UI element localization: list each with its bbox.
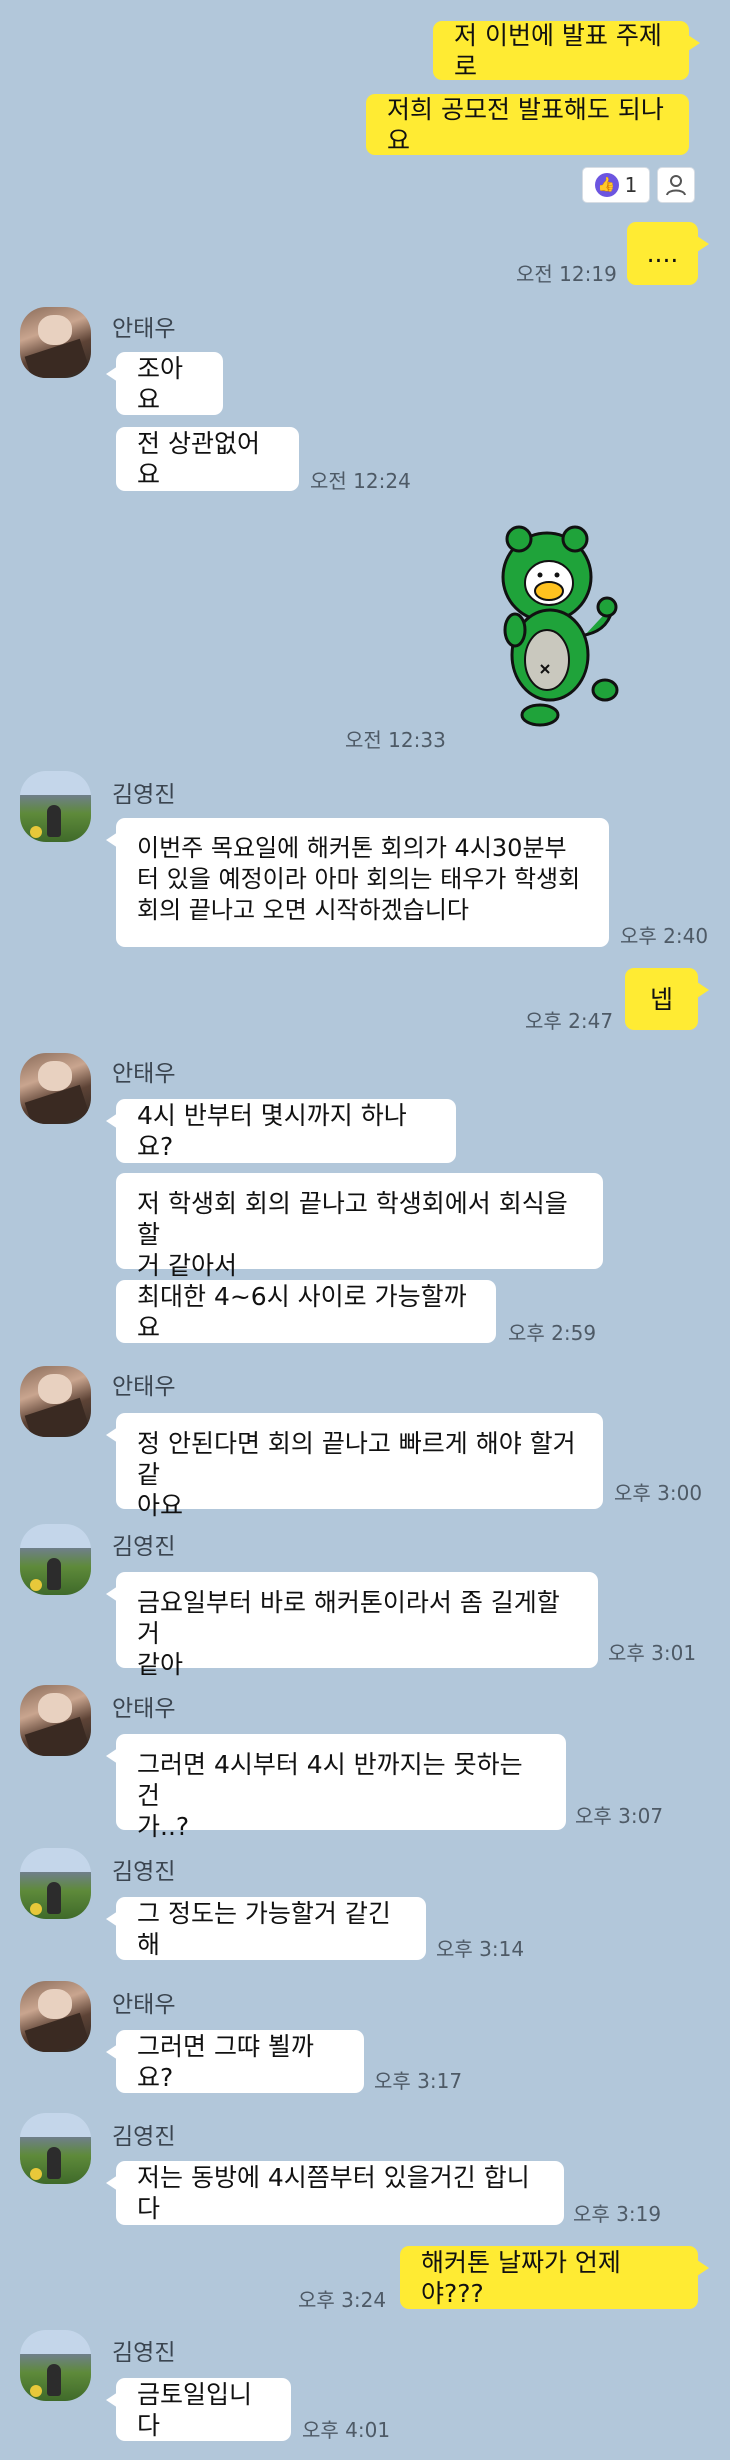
avatar[interactable] bbox=[20, 771, 91, 842]
like-reaction[interactable]: 👍 1 bbox=[582, 167, 650, 203]
sender-name: 김영진 bbox=[112, 2124, 176, 2150]
like-count: 1 bbox=[624, 173, 638, 197]
bear-sticker[interactable] bbox=[495, 525, 625, 730]
my-message-bubble[interactable]: 저희 공모전 발표해도 되나요 bbox=[366, 94, 689, 155]
person-icon bbox=[666, 175, 686, 196]
message-time: 오후 3:24 bbox=[298, 2288, 387, 2312]
message-time: 오후 2:59 bbox=[508, 1321, 597, 1345]
message-time: 오전 12:24 bbox=[310, 469, 411, 493]
avatar[interactable] bbox=[20, 1366, 91, 1437]
avatar[interactable] bbox=[20, 1524, 91, 1595]
my-message-bubble[interactable]: 저 이번에 발표 주제로 bbox=[433, 21, 700, 81]
thumbs-up-icon: 👍 bbox=[594, 173, 619, 197]
avatar[interactable] bbox=[20, 1685, 91, 1756]
message-bubble[interactable]: 금토일입니다 bbox=[106, 2378, 291, 2441]
sender-name: 안태우 bbox=[112, 1061, 176, 1087]
message-bubble[interactable]: 그 정도는 가능할거 같긴해 bbox=[106, 1897, 426, 1960]
message-bubble[interactable]: 금요일부터 바로 해커톤이라서 좀 길게할거 같아 bbox=[106, 1572, 598, 1679]
avatar[interactable] bbox=[20, 307, 91, 378]
message-bubble[interactable]: 최대한 4~6시 사이로 가능할까요 bbox=[116, 1280, 496, 1343]
message-time: 오후 3:00 bbox=[614, 1481, 703, 1505]
message-time: 오후 3:07 bbox=[575, 1804, 664, 1828]
message-time: 오전 12:33 bbox=[345, 728, 446, 752]
message-bubble[interactable]: 저 학생회 회의 끝나고 학생회에서 회식을 할 거 같아서 bbox=[116, 1173, 603, 1280]
my-message-bubble[interactable]: 해커톤 날짜가 언제야??? bbox=[400, 2246, 709, 2309]
message-time: 오후 2:47 bbox=[525, 1009, 614, 1033]
message-bubble[interactable]: 전 상관없어요 bbox=[116, 427, 299, 491]
avatar[interactable] bbox=[20, 1981, 91, 2052]
sender-name: 안태우 bbox=[112, 1374, 176, 1400]
my-message-bubble[interactable]: .... bbox=[627, 222, 709, 285]
sender-name: 김영진 bbox=[112, 1534, 176, 1560]
add-reaction-button[interactable] bbox=[657, 167, 695, 203]
message-time: 오후 3:17 bbox=[374, 2069, 463, 2093]
sender-name: 김영진 bbox=[112, 782, 176, 808]
my-message-bubble[interactable]: 넵 bbox=[625, 968, 709, 1030]
message-time: 오후 2:40 bbox=[620, 924, 709, 948]
message-time: 오후 3:19 bbox=[573, 2202, 662, 2226]
message-time: 오후 4:01 bbox=[302, 2418, 391, 2442]
message-bubble[interactable]: 이번주 목요일에 해커톤 회의가 4시30분부 터 있을 예정이라 아마 회의는… bbox=[106, 818, 609, 947]
message-time: 오전 12:19 bbox=[516, 262, 617, 286]
sender-name: 안태우 bbox=[112, 316, 176, 342]
avatar[interactable] bbox=[20, 2113, 91, 2184]
message-bubble[interactable]: 4시 반부터 몇시까지 하나요? bbox=[106, 1099, 456, 1163]
message-bubble[interactable]: 그러면 그땨 뵐까요? bbox=[106, 2030, 364, 2093]
avatar[interactable] bbox=[20, 1848, 91, 1919]
sender-name: 안태우 bbox=[112, 1696, 176, 1722]
message-bubble[interactable]: 정 안된다면 회의 끝나고 빠르게 해야 할거같 아요 bbox=[106, 1413, 603, 1520]
sender-name: 김영진 bbox=[112, 2340, 176, 2366]
message-bubble[interactable]: 그러면 4시부터 4시 반까지는 못하는 건 가..? bbox=[106, 1734, 566, 1841]
message-time: 오후 3:14 bbox=[436, 1937, 525, 1961]
message-bubble[interactable]: 저는 동방에 4시쯤부터 있을거긴 합니다 bbox=[106, 2161, 564, 2225]
message-bubble[interactable]: 조아요 bbox=[106, 352, 223, 415]
sender-name: 김영진 bbox=[112, 1859, 176, 1885]
avatar[interactable] bbox=[20, 1053, 91, 1124]
message-time: 오후 3:01 bbox=[608, 1641, 697, 1665]
avatar[interactable] bbox=[20, 2330, 91, 2401]
sender-name: 안태우 bbox=[112, 1992, 176, 2018]
